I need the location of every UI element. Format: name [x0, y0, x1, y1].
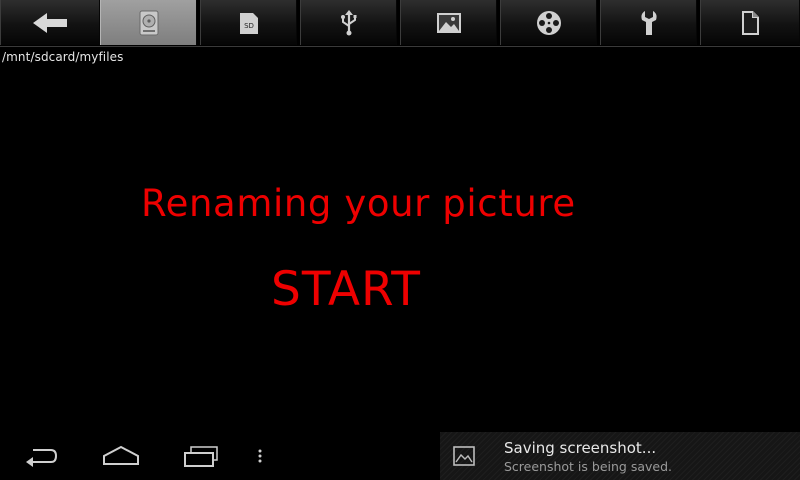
wrench-icon: [640, 10, 657, 35]
toolbar: SD: [0, 0, 800, 47]
tab-usb[interactable]: [300, 0, 397, 45]
image-icon: [436, 12, 461, 33]
image-icon: [453, 446, 475, 466]
back-icon: [26, 449, 58, 467]
current-path: /mnt/sdcard/myfiles: [2, 50, 124, 64]
menu-icon: [258, 449, 262, 463]
tab-videos[interactable]: [500, 0, 597, 45]
nav-menu-button[interactable]: [250, 432, 270, 480]
tab-sd-card[interactable]: SD: [200, 0, 297, 45]
tab-tools[interactable]: [600, 0, 697, 45]
document-icon: [742, 10, 759, 35]
screenshot-notification[interactable]: Saving screenshot... Screenshot is being…: [440, 432, 800, 480]
tab-back[interactable]: [0, 0, 100, 45]
sd-card-icon: SD: [239, 12, 258, 34]
recent-apps-icon: [184, 446, 218, 467]
hard-drive-icon: [139, 10, 158, 35]
rename-heading: Renaming your picture: [141, 182, 576, 225]
tab-documents[interactable]: [700, 0, 800, 45]
home-icon: [103, 445, 139, 465]
back-arrow-icon: [33, 12, 67, 33]
notification-subtitle: Screenshot is being saved.: [504, 459, 672, 474]
nav-back-button[interactable]: [16, 432, 66, 480]
start-button[interactable]: START: [271, 262, 421, 317]
tab-pictures[interactable]: [400, 0, 497, 45]
film-reel-icon: [536, 10, 561, 35]
tab-internal-storage[interactable]: [100, 0, 197, 45]
usb-icon: [340, 9, 356, 35]
sd-card-label: SD: [244, 22, 254, 30]
notification-title: Saving screenshot...: [504, 439, 657, 457]
nav-home-button[interactable]: [96, 432, 146, 480]
nav-recent-apps-button[interactable]: [176, 432, 226, 480]
